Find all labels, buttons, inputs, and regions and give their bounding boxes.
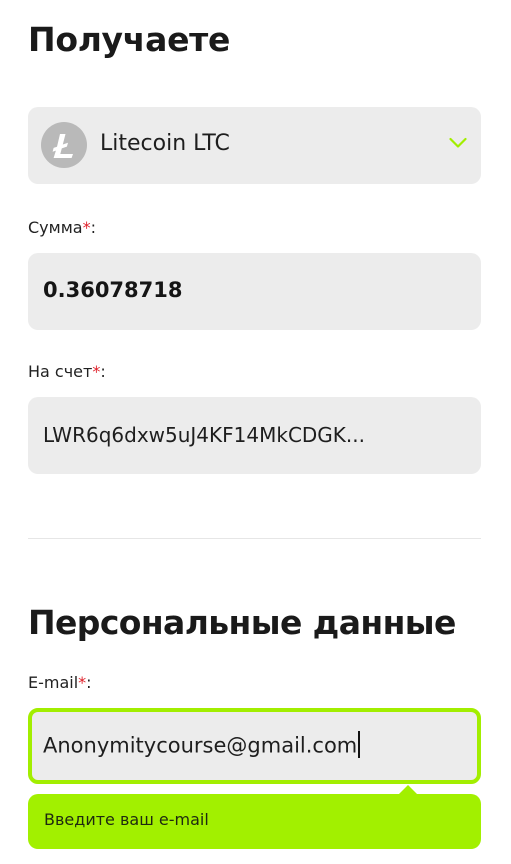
account-label-text: На счет [28, 362, 93, 381]
tooltip-arrow [399, 785, 417, 794]
amount-field[interactable]: 0.36078718 [28, 253, 481, 330]
amount-value: 0.36078718 [43, 278, 183, 302]
currency-name: Litecoin LTC [100, 131, 230, 156]
required-mark: * [78, 673, 87, 692]
email-field[interactable]: Anonymitycourse@gmail.com [28, 708, 481, 784]
litecoin-icon [41, 122, 87, 168]
chevron-down-icon[interactable] [449, 137, 467, 149]
section-divider [28, 538, 481, 539]
required-mark: * [82, 218, 91, 237]
amount-label: Сумма*: [28, 218, 96, 237]
account-value: LWR6q6dxw5uJ4KF14MkCDGK... [43, 423, 365, 447]
personal-section-title: Персональные данные [28, 603, 456, 642]
email-text: Anonymitycourse@gmail.com [43, 733, 358, 758]
currency-select[interactable]: Litecoin LTC [28, 107, 481, 184]
tooltip-text: Введите ваш e-mail [44, 810, 209, 829]
validation-tooltip: Введите ваш e-mail [28, 785, 481, 849]
label-colon: : [100, 362, 106, 381]
email-label-text: E-mail [28, 673, 79, 692]
email-label: E-mail*: [28, 673, 92, 692]
receive-section-title: Получаете [28, 20, 231, 59]
text-caret [358, 731, 361, 758]
account-label: На счет*: [28, 362, 106, 381]
account-field[interactable]: LWR6q6dxw5uJ4KF14MkCDGK... [28, 397, 481, 474]
amount-label-text: Сумма [28, 218, 83, 237]
email-value: Anonymitycourse@gmail.com [43, 731, 361, 760]
label-colon: : [90, 218, 96, 237]
label-colon: : [86, 673, 92, 692]
